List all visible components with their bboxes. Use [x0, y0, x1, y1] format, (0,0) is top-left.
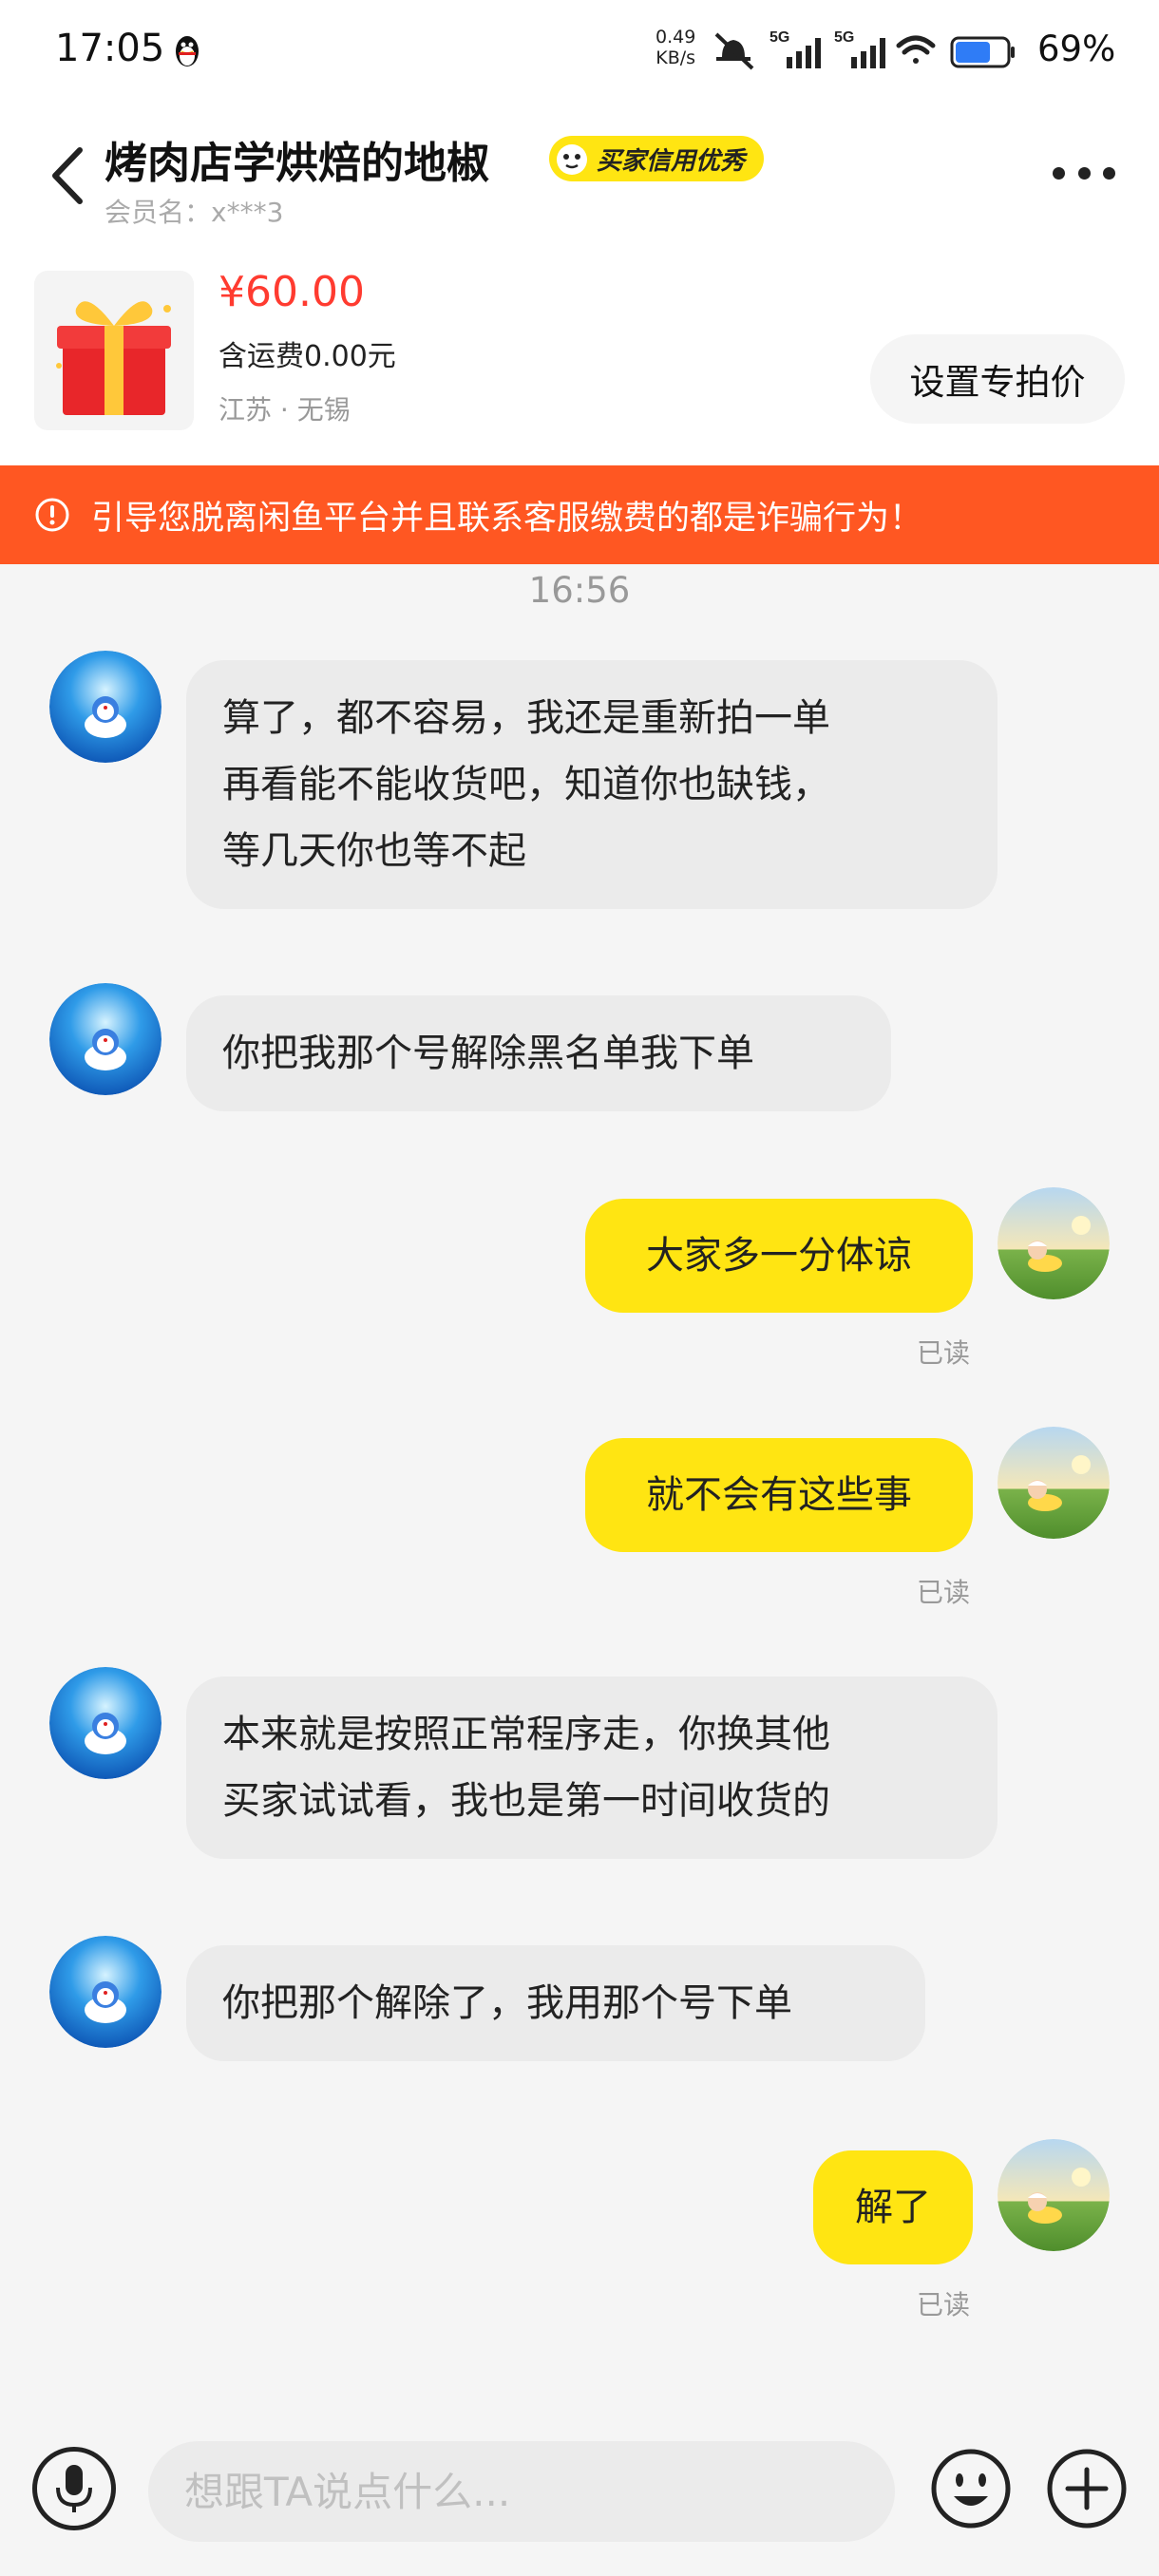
message-bubble-incoming: 算了，都不容易，我还是重新拍一单 再看能不能收货吧，知道你也缺钱， 等几天你也等不起 — [186, 660, 998, 909]
status-time: 17:05 — [55, 27, 165, 70]
battery-icon — [950, 36, 1015, 68]
gift-box-icon — [56, 301, 171, 415]
fraud-warning-banner: 引导您脱离闲鱼平台并且联系客服缴费的都是诈骗行为！ — [0, 465, 1159, 564]
emoji-icon[interactable] — [929, 2447, 1013, 2530]
message-bubble-incoming: 你把我那个号解除黑名单我下单 — [186, 995, 891, 1111]
voice-button[interactable] — [32, 2447, 116, 2530]
wifi-icon — [896, 35, 936, 64]
member-name: 会员名：x***3 — [104, 197, 284, 228]
my-avatar[interactable] — [998, 1187, 1110, 1299]
product-thumbnail[interactable] — [34, 271, 194, 430]
warning-icon — [35, 498, 69, 532]
message-input[interactable] — [148, 2441, 895, 2542]
chat-title[interactable]: 烤肉店学烘焙的地椒 — [104, 128, 489, 190]
plus-icon[interactable] — [1045, 2447, 1129, 2530]
contact-avatar[interactable] — [49, 1667, 162, 1779]
signal-icon: 5G — [834, 29, 885, 68]
net-speed: 0.49 KB/s — [656, 27, 696, 68]
qq-penguin-icon — [176, 36, 199, 66]
chat-timestamp: 16:56 — [528, 570, 631, 611]
read-receipt: 已读 — [917, 1337, 971, 1369]
message-bubble-outgoing: 就不会有这些事 — [585, 1438, 973, 1552]
shipping-fee: 含运费0.00元 — [218, 340, 396, 373]
battery-percent: 69% — [1037, 28, 1116, 69]
message-bubble-incoming: 本来就是按照正常程序走，你换其他 买家试试看，我也是第一时间收货的 — [186, 1676, 998, 1859]
mic-icon — [56, 2465, 92, 2512]
svg-text:5G: 5G — [770, 29, 789, 46]
more-icon[interactable] — [1053, 152, 1115, 194]
message-bubble-incoming: 你把那个解除了，我用那个号下单 — [186, 1945, 925, 2061]
credit-badge-label: 买家信用优秀 — [597, 146, 746, 176]
status-icons: 5G 5G — [714, 29, 1015, 70]
message-bubble-outgoing: 解了 — [813, 2150, 973, 2264]
mute-icon — [714, 32, 754, 70]
my-avatar[interactable] — [998, 2139, 1110, 2251]
my-avatar[interactable] — [998, 1427, 1110, 1539]
product-location: 江苏 · 无锡 — [218, 394, 351, 426]
contact-avatar[interactable] — [49, 983, 162, 1095]
contact-avatar[interactable] — [49, 651, 162, 763]
read-receipt: 已读 — [917, 1577, 971, 1608]
svg-text:5G: 5G — [834, 29, 854, 46]
back-arrow-icon[interactable] — [46, 142, 93, 209]
product-price: ¥60.00 — [218, 268, 365, 316]
read-receipt: 已读 — [917, 2289, 971, 2320]
contact-avatar[interactable] — [49, 1936, 162, 2048]
signal-icon: 5G — [770, 29, 821, 68]
message-bubble-outgoing: 大家多一分体谅 — [585, 1199, 973, 1313]
credit-badge-icon — [557, 144, 587, 175]
set-special-price-button[interactable]: 设置专拍价 — [870, 334, 1125, 424]
warning-text: 引导您脱离闲鱼平台并且联系客服缴费的都是诈骗行为！ — [91, 499, 923, 538]
